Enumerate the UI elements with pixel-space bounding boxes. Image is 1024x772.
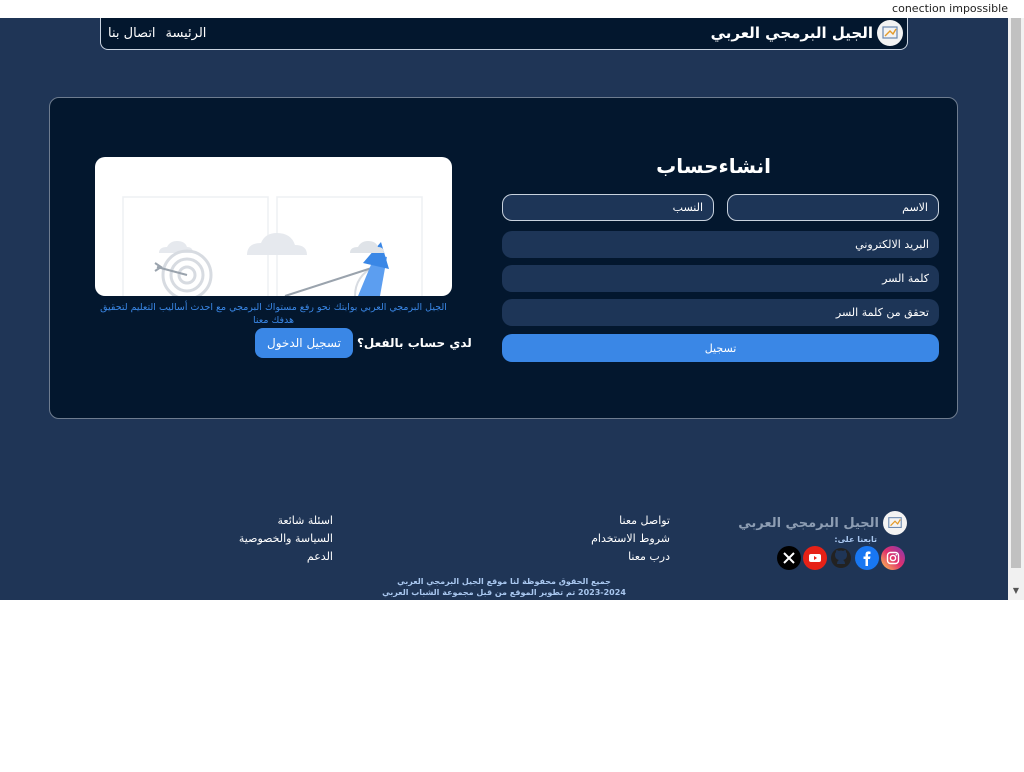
navbar: الجيل البرمجي العربي اتصال بنا الرئيسة (100, 18, 908, 50)
connection-error-text: conection impossible (892, 2, 1008, 15)
email-field[interactable] (502, 231, 939, 258)
social-links (777, 546, 905, 570)
copyright-line-1: جميع الحقوق محفوظة لنا موقع الجيل البرمج… (397, 577, 611, 586)
last-name-field[interactable] (502, 194, 714, 221)
login-button[interactable]: تسجيل الدخول (255, 328, 353, 358)
footer-link-contact[interactable]: تواصل معنا (591, 512, 670, 530)
confirm-password-input[interactable] (512, 306, 929, 319)
navbar-brand-text: الجيل البرمجي العربي (710, 24, 873, 42)
password-input[interactable] (512, 272, 929, 285)
footer-logo-icon (883, 511, 907, 535)
github-icon[interactable] (829, 546, 853, 570)
nav-link-home[interactable]: الرئيسة (166, 26, 207, 41)
scroll-down-arrow-icon[interactable]: ▼ (1011, 586, 1021, 596)
footer-links-col2: اسئلة شائعة السياسة والخصوصية الدعم (239, 512, 333, 566)
signup-card: انشاءحساب تسجيل (49, 97, 958, 419)
hero-illustration (95, 157, 452, 296)
nav-link-contact[interactable]: اتصال بنا (108, 26, 156, 41)
email-input[interactable] (512, 238, 929, 251)
footer-brand-text: الجيل البرمجي العربي (738, 515, 879, 531)
navbar-links: اتصال بنا الرئيسة (108, 26, 206, 41)
tagline-text: الجيل البرمجي العربي بوابتك نحو رفع مستو… (100, 302, 447, 326)
form-title: انشاءحساب (656, 154, 771, 178)
first-name-field[interactable] (727, 194, 939, 221)
navbar-brand[interactable]: الجيل البرمجي العربي (711, 20, 903, 46)
password-field[interactable] (502, 265, 939, 292)
footer-links-col1: تواصل معنا شروط الاستخدام درب معنا (591, 512, 670, 566)
youtube-icon[interactable] (803, 546, 827, 570)
footer-link-support[interactable]: الدعم (239, 548, 333, 566)
site-logo-icon (877, 20, 903, 46)
first-name-input[interactable] (738, 201, 928, 214)
instagram-icon[interactable] (881, 546, 905, 570)
last-name-input[interactable] (513, 201, 703, 214)
already-have-account-text: لدي حساب بالفعل؟ (356, 336, 472, 350)
facebook-icon[interactable] (855, 546, 879, 570)
footer-link-train[interactable]: درب معنا (591, 548, 670, 566)
x-icon[interactable] (777, 546, 801, 570)
confirm-password-field[interactable] (502, 299, 939, 326)
copyright: جميع الحقوق محفوظة لنا موقع الجيل البرمج… (0, 576, 1008, 598)
footer-link-privacy[interactable]: السياسة والخصوصية (239, 530, 333, 548)
login-row: لدي حساب بالفعل؟ تسجيل الدخول (255, 328, 472, 358)
copyright-line-2: 2023-2024 تم تطوير الموقع من قبل مجموعة … (382, 588, 626, 597)
vertical-scrollbar[interactable]: ▼ (1008, 18, 1024, 600)
footer-link-faq[interactable]: اسئلة شائعة (239, 512, 333, 530)
register-button[interactable]: تسجيل (502, 334, 939, 362)
browser-status-bar: conection impossible (0, 0, 1024, 18)
scrollbar-thumb[interactable] (1011, 18, 1021, 568)
page-viewport: الجيل البرمجي العربي اتصال بنا الرئيسة ا… (0, 18, 1008, 600)
footer-brand[interactable]: الجيل البرمجي العربي (738, 511, 907, 535)
follow-us-label: تابعنا على: (834, 535, 877, 544)
footer-link-terms[interactable]: شروط الاستخدام (591, 530, 670, 548)
